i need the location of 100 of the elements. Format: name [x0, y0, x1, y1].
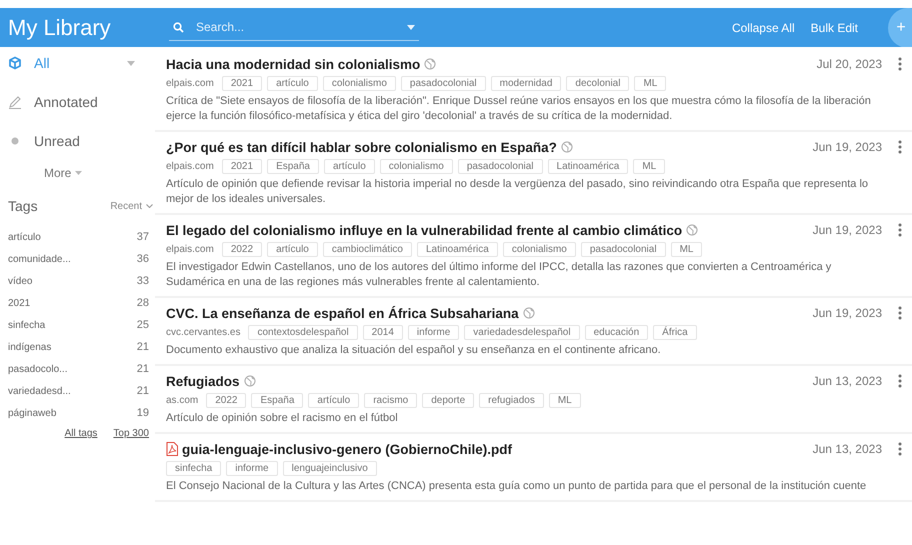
- tag-row[interactable]: sinfecha 25: [8, 314, 155, 336]
- item-tag[interactable]: artículo: [267, 242, 318, 257]
- item-tag[interactable]: colonialismo: [380, 159, 453, 174]
- more-icon[interactable]: [898, 223, 902, 237]
- item-description: Artículo de opinión sobre el racismo en el fútbol: [166, 411, 399, 426]
- item-tag[interactable]: informe: [226, 461, 278, 476]
- item-title[interactable]: Refugiados: [166, 374, 240, 388]
- tag-row[interactable]: artículo 37: [8, 226, 155, 248]
- globe-icon: [686, 224, 698, 236]
- header-action[interactable]: Collapse All: [732, 20, 795, 34]
- more-menu[interactable]: More: [44, 166, 82, 180]
- search-field[interactable]: Search...: [194, 19, 397, 35]
- item-tag[interactable]: África: [653, 325, 697, 340]
- item-tag[interactable]: 2022: [222, 242, 262, 257]
- tag-row[interactable]: 2021 28: [8, 292, 155, 314]
- globe-icon: [522, 307, 535, 319]
- more-icon[interactable]: [898, 140, 902, 154]
- caret-icon: [127, 60, 135, 66]
- item-tag[interactable]: variedadesdelespañol: [464, 325, 580, 340]
- item-date: Jun 13, 2023: [812, 442, 882, 456]
- sort-menu[interactable]: Recent: [110, 200, 153, 212]
- nav-item[interactable]: Unread: [8, 125, 155, 157]
- tags-heading: Tags: [8, 198, 38, 214]
- more-icon[interactable]: [898, 374, 902, 388]
- item-title[interactable]: ¿Por qué es tan difícil hablar sobre colonialismo en España?: [166, 140, 557, 154]
- item-tag[interactable]: contextosdelespañol: [248, 325, 358, 340]
- pdf-icon: [166, 442, 178, 456]
- caret-icon: [75, 171, 82, 175]
- app-title: My Library: [8, 14, 112, 40]
- item-tag[interactable]: Latinoamérica: [548, 159, 628, 174]
- item-date: Jun 19, 2023: [812, 306, 882, 320]
- tag-row[interactable]: variedadesd... 21: [8, 380, 155, 402]
- item-tag[interactable]: 2014: [362, 325, 403, 340]
- item-description: Artículo de opinión que defiende revisar la historia imperial no desde la vergüenza del pasado, sino reivindicando otra España que representa lo mejor de los ideales universales.: [166, 177, 870, 207]
- item-tag[interactable]: racismo: [364, 393, 418, 408]
- item-tag[interactable]: sinfecha: [166, 461, 222, 476]
- item-description: El investigador Edwin Castellanos, uno de los autores del último informe del IPCC, detalla las razones que convierten a Centroamérica y Sudamérica en una de las regiones más vulnerables frente al calentamiento.: [166, 260, 832, 290]
- globe-icon: [560, 141, 573, 153]
- item-tag[interactable]: colonialismo: [322, 76, 396, 91]
- tags-link[interactable]: All tags: [64, 428, 98, 439]
- item-tag[interactable]: lenguajeinclusivo: [282, 461, 377, 476]
- item-date: Jun 19, 2023: [812, 140, 882, 154]
- chevron-icon: [146, 204, 153, 208]
- item-tag[interactable]: 2022: [206, 393, 246, 408]
- tags-link[interactable]: Top 300: [113, 428, 149, 439]
- pencil-icon: [8, 95, 22, 109]
- item-title[interactable]: CVC. La enseñanza de español en África Subsahariana: [166, 306, 519, 320]
- item-tag[interactable]: informe: [408, 325, 460, 340]
- globe-icon: [244, 375, 256, 387]
- item-date: Jul 20, 2023: [816, 57, 882, 71]
- item-tag[interactable]: cambioclimático: [322, 242, 412, 257]
- more-icon[interactable]: [898, 306, 902, 320]
- caret-icon: [407, 24, 415, 30]
- item-tag[interactable]: ML: [670, 242, 702, 257]
- item-tag[interactable]: decolonial: [566, 76, 630, 91]
- item-tag[interactable]: artículo: [267, 76, 318, 91]
- nav-item[interactable]: All: [8, 47, 155, 79]
- item-tag[interactable]: artículo: [324, 159, 375, 174]
- tag-row[interactable]: páginaweb 19: [8, 402, 155, 424]
- item-date: Jun 13, 2023: [812, 374, 882, 388]
- more-icon[interactable]: [898, 57, 902, 71]
- item-tag[interactable]: pasadocolonial: [400, 76, 486, 91]
- item-tag[interactable]: Latinoamérica: [417, 242, 498, 257]
- item-source: as.com: [166, 395, 198, 406]
- item-tag[interactable]: modernidad: [490, 76, 562, 91]
- item-source: elpais.com: [166, 78, 214, 89]
- globe-icon: [424, 58, 436, 70]
- item-tag[interactable]: colonialismo: [502, 242, 576, 257]
- header-action[interactable]: Bulk Edit: [810, 20, 858, 34]
- item-tag[interactable]: España: [251, 393, 304, 408]
- item-description: El Consejo Nacional de la Cultura y las Artes (CNCA) presenta esta guía como un punto de partida para que el personal de la institución cuente: [166, 479, 868, 494]
- item-description: Crítica de "Siete ensayos de filosofía de la liberación". Enrique Dussel reúne varios ensayos en los que muestra cómo la filosofía de la liberación ejerce la función filosófico-metafísica y ética del giro 'decolonial' a través de su crítica de la modernidad.: [166, 94, 872, 124]
- item-source: elpais.com: [166, 161, 214, 172]
- item-tag[interactable]: ML: [633, 159, 666, 174]
- search-icon: [173, 22, 184, 32]
- item-tag[interactable]: pasadocolonial: [580, 242, 666, 257]
- item-tag[interactable]: 2021: [222, 159, 262, 174]
- cube-icon: [8, 56, 22, 70]
- item-tag[interactable]: artículo: [308, 393, 360, 408]
- item-tag[interactable]: pasadocolonial: [458, 159, 543, 174]
- nav-item[interactable]: Annotated: [8, 86, 155, 118]
- tag-row[interactable]: pasadocolo... 21: [8, 358, 155, 380]
- item-source: elpais.com: [166, 244, 214, 255]
- item-tag[interactable]: 2021: [222, 76, 262, 91]
- item-tag[interactable]: deporte: [422, 393, 474, 408]
- item-title[interactable]: El legado del colonialismo influye en la vulnerabilidad frente al cambio climático: [166, 222, 682, 238]
- item-tag[interactable]: España: [267, 159, 319, 174]
- tag-row[interactable]: indígenas 21: [8, 336, 155, 358]
- item-tag[interactable]: refugiados: [479, 393, 544, 408]
- item-date: Jun 19, 2023: [812, 223, 882, 237]
- item-tag[interactable]: educación: [584, 325, 648, 340]
- item-title[interactable]: guia-lenguaje-inclusivo-genero (GobiernoChile).pdf: [182, 442, 512, 456]
- tag-row[interactable]: vídeo 33: [8, 270, 155, 292]
- item-title[interactable]: Hacia una modernidad sin colonialismo: [166, 56, 420, 72]
- item-tag[interactable]: ML: [548, 393, 581, 408]
- tag-row[interactable]: comunidade... 36: [8, 248, 155, 270]
- more-icon[interactable]: [898, 442, 902, 456]
- item-description: Documento exhaustivo que analiza la situación del español y su enseñanza en el continente africano.: [166, 343, 662, 358]
- item-tag[interactable]: ML: [634, 76, 666, 91]
- item-source: cvc.cervantes.es: [166, 327, 240, 338]
